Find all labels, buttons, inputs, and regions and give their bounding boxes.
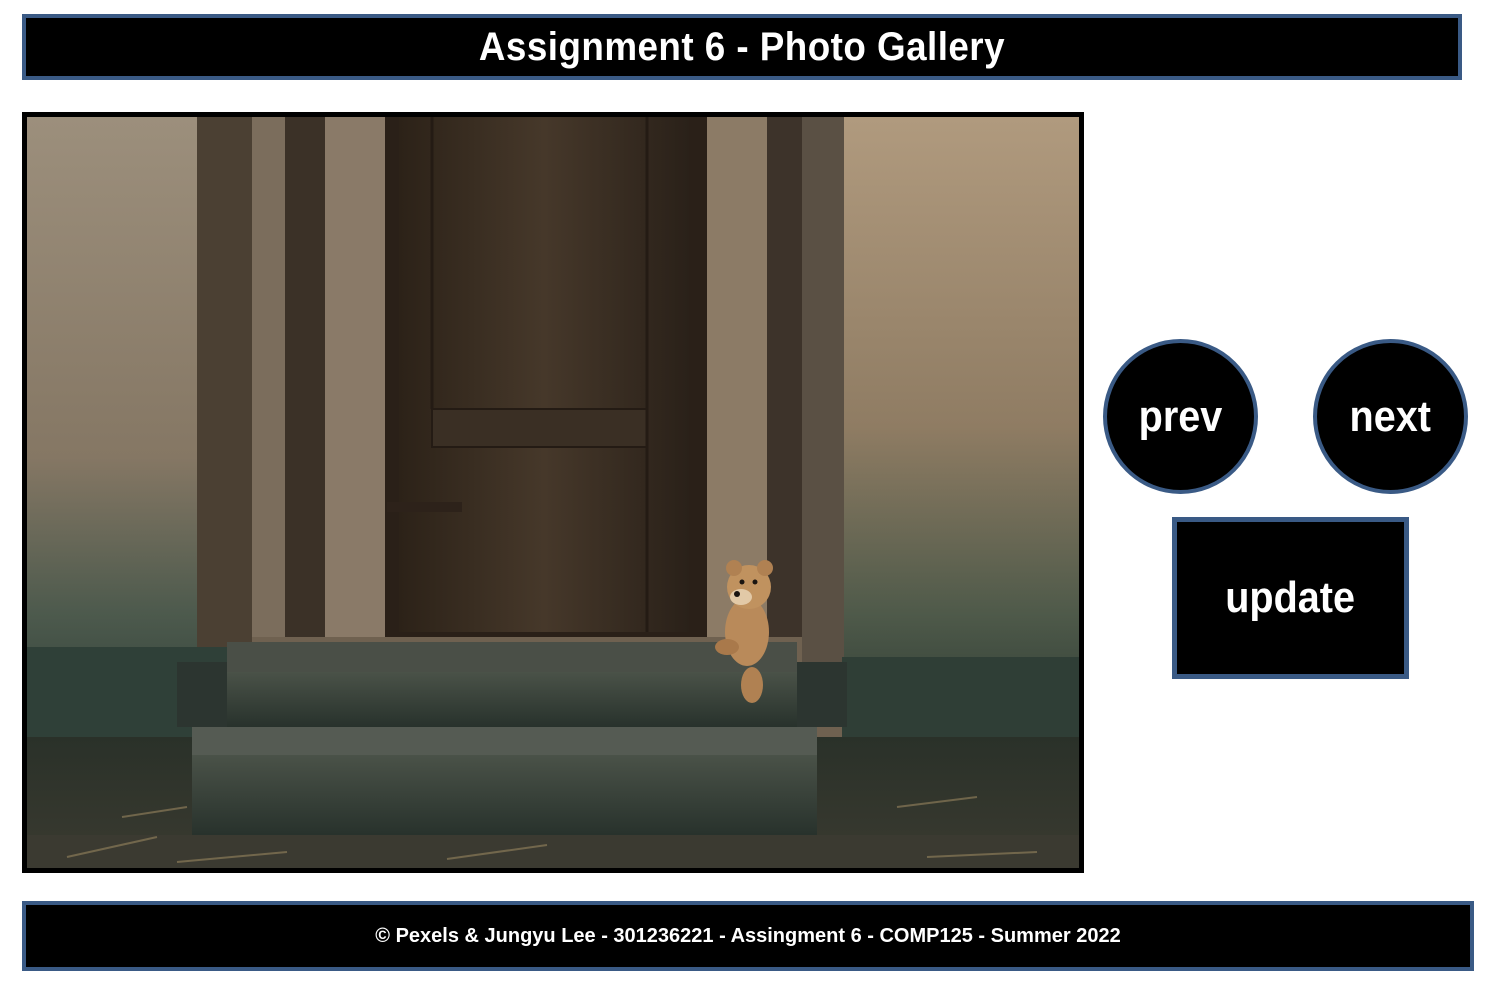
update-button[interactable]: update	[1172, 517, 1409, 679]
next-button[interactable]: next	[1313, 339, 1468, 494]
prev-button[interactable]: prev	[1103, 339, 1258, 494]
update-button-label: update	[1225, 573, 1356, 622]
next-button-label: next	[1349, 391, 1432, 441]
gallery-photo	[22, 112, 1084, 873]
page-title: Assignment 6 - Photo Gallery	[478, 24, 1006, 69]
page-footer: © Pexels & Jungyu Lee - 301236221 - Assi…	[22, 901, 1474, 971]
prev-button-label: prev	[1138, 391, 1223, 441]
page-header: Assignment 6 - Photo Gallery	[22, 14, 1462, 80]
footer-credits: © Pexels & Jungyu Lee - 301236221 - Assi…	[375, 924, 1121, 947]
photo-illustration	[27, 117, 1079, 868]
